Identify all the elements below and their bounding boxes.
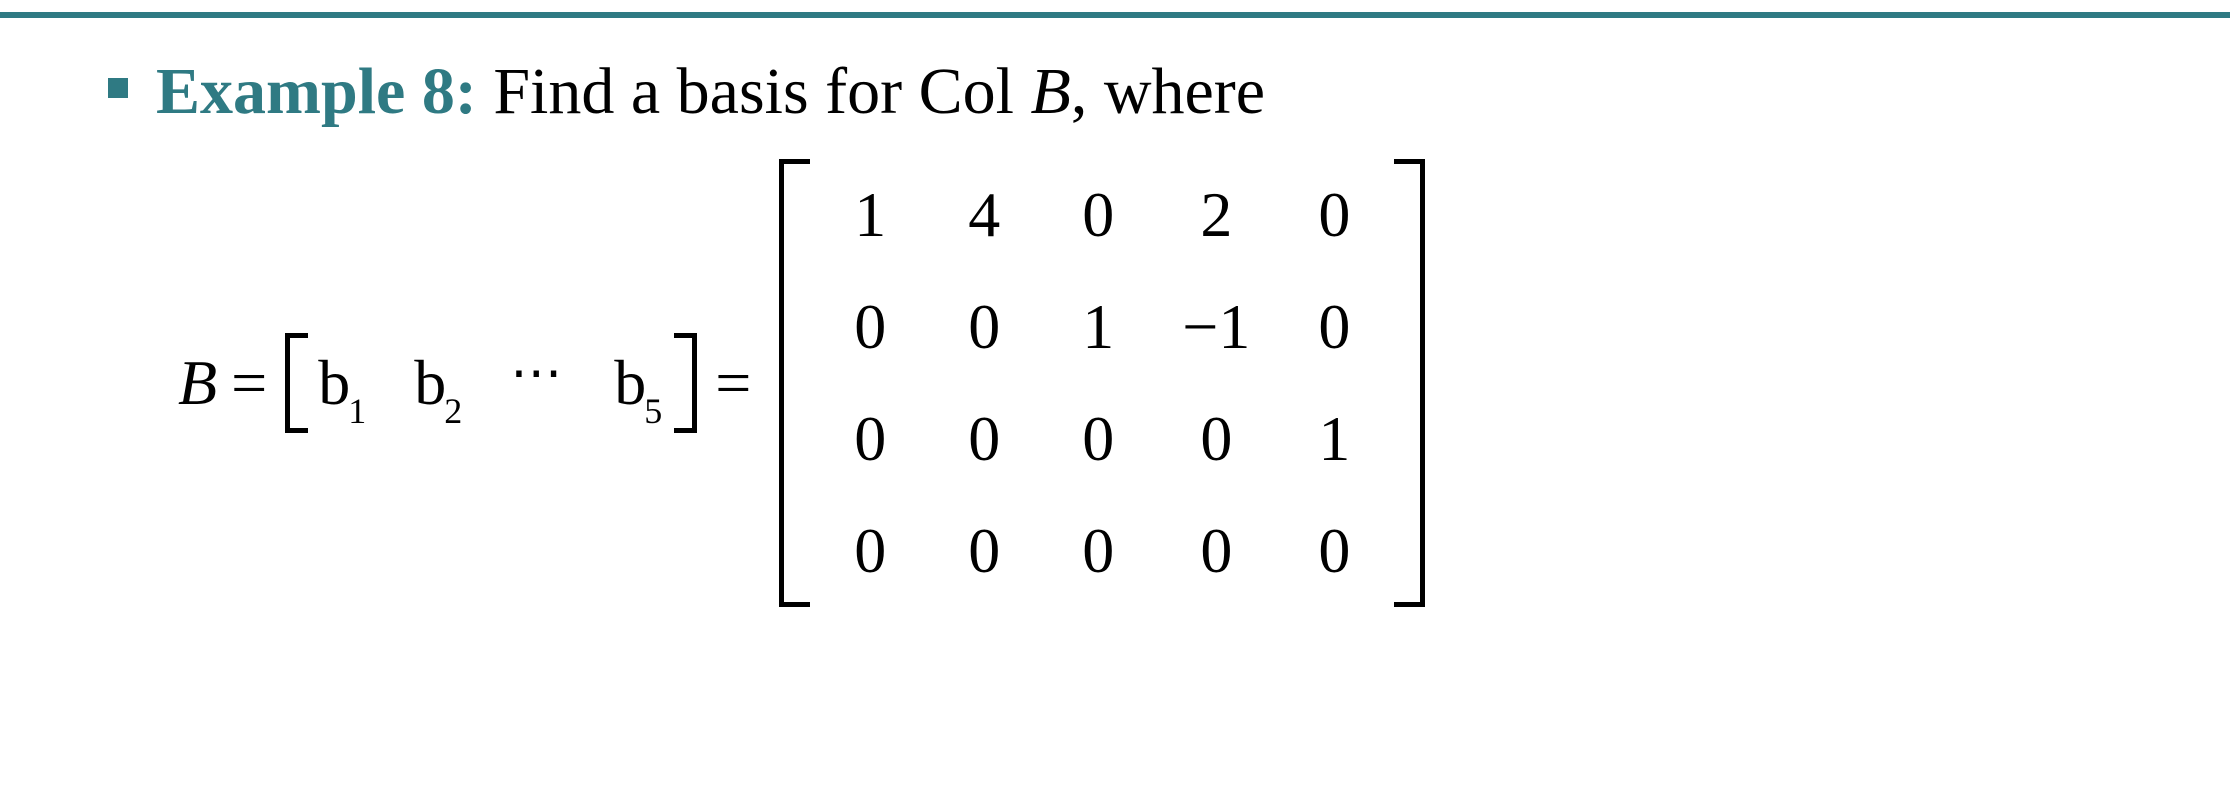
column-b1: b 1 xyxy=(318,351,368,415)
matrix-cell: 0 xyxy=(954,295,1014,359)
ellipsis: ⋯ xyxy=(510,343,568,403)
matrix-cell: 0 xyxy=(954,519,1014,583)
equation: B = b 1 b 2 ⋯ b 5 = xyxy=(178,159,2150,607)
matrix-cell: 2 xyxy=(1182,183,1250,247)
matrix-cell: 0 xyxy=(840,295,900,359)
matrix-cell: 1 xyxy=(1068,295,1128,359)
equals-sign-2: = xyxy=(715,346,751,420)
matrix-cell: 0 xyxy=(1304,295,1364,359)
slide-content: Example 8: Find a basis for Col B, where… xyxy=(108,56,2150,607)
prompt-text-after: , where xyxy=(1071,55,1265,128)
column-b5-sub: 5 xyxy=(644,393,662,429)
matrix-cell: 0 xyxy=(1304,183,1364,247)
column-b2: b 2 xyxy=(414,351,464,415)
example-label: Example 8: xyxy=(156,55,477,128)
matrix-cell: 4 xyxy=(954,183,1014,247)
right-bracket-icon xyxy=(674,333,697,433)
matrix-cell: −1 xyxy=(1182,295,1250,359)
column-b1-base: b xyxy=(318,351,350,415)
prompt-text-before: Find a basis for Col xyxy=(477,55,1031,128)
column-b5-base: b xyxy=(614,351,646,415)
matrix-B: 1 4 0 2 0 0 0 1 −1 0 0 0 0 0 1 0 0 0 0 0 xyxy=(779,159,1425,607)
matrix-cell: 1 xyxy=(840,183,900,247)
matrix-body: 1 4 0 2 0 0 0 1 −1 0 0 0 0 0 1 0 0 0 0 0 xyxy=(810,159,1394,607)
matrix-cell: 0 xyxy=(1068,183,1128,247)
matrix-cell: 0 xyxy=(840,407,900,471)
column-b5: b 5 xyxy=(614,351,664,415)
column-vector-notation: b 1 b 2 ⋯ b 5 xyxy=(285,333,697,433)
matrix-left-bracket-icon xyxy=(779,159,810,607)
matrix-cell: 0 xyxy=(1182,407,1250,471)
example-prompt: Example 8: Find a basis for Col B, where xyxy=(108,56,2150,129)
matrix-cell: 1 xyxy=(1304,407,1364,471)
matrix-right-bracket-icon xyxy=(1394,159,1425,607)
column-b1-sub: 1 xyxy=(348,393,366,429)
equation-lhs: B xyxy=(178,346,217,420)
matrix-cell: 0 xyxy=(1068,519,1128,583)
matrix-cell: 0 xyxy=(840,519,900,583)
matrix-cell: 0 xyxy=(1182,519,1250,583)
column-b2-sub: 2 xyxy=(444,393,462,429)
prompt-matrix-var: B xyxy=(1030,55,1070,128)
matrix-cell: 0 xyxy=(954,407,1014,471)
left-bracket-icon xyxy=(285,333,308,433)
bullet-icon xyxy=(108,78,128,98)
matrix-cell: 0 xyxy=(1068,407,1128,471)
column-b2-base: b xyxy=(414,351,446,415)
equals-sign-1: = xyxy=(231,346,267,420)
top-border-rule xyxy=(0,12,2230,18)
column-vector-body: b 1 b 2 ⋯ b 5 xyxy=(308,351,674,415)
matrix-cell: 0 xyxy=(1304,519,1364,583)
